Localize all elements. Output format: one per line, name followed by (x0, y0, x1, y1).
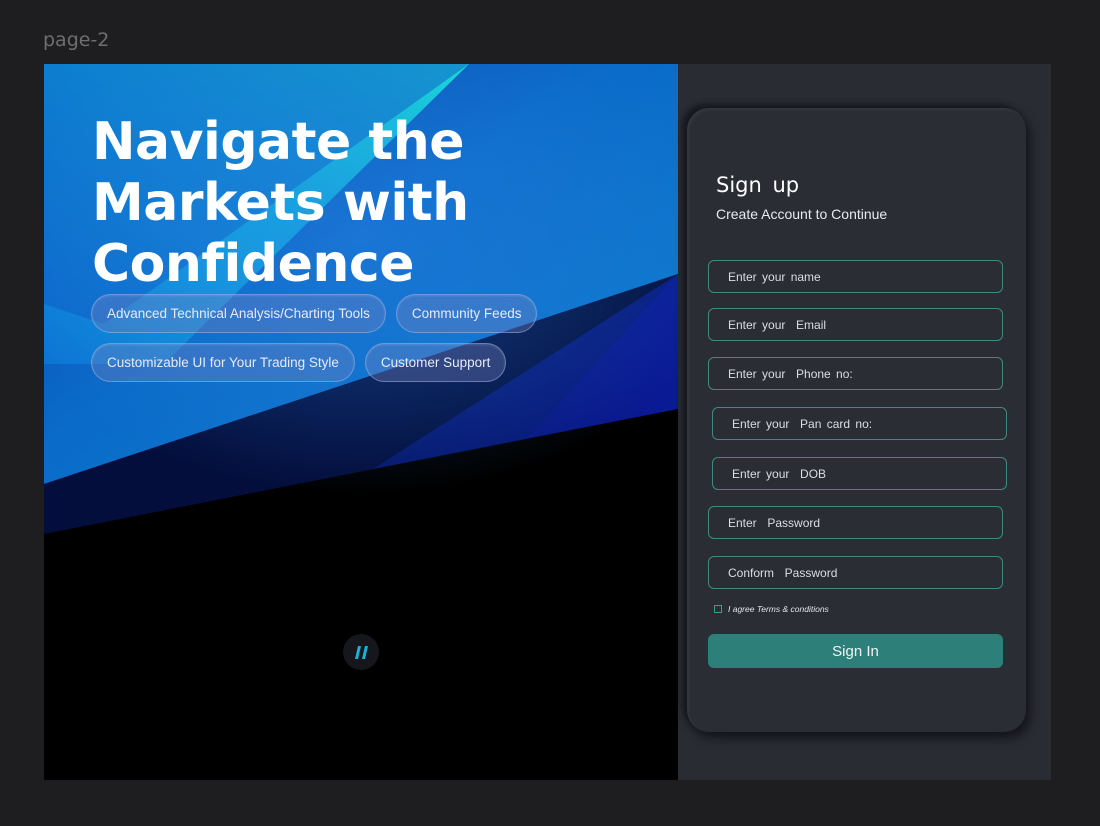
chip-row-2: Customizable UI for Your Trading Style C… (91, 343, 651, 382)
feature-chips: Advanced Technical Analysis/Charting Too… (91, 294, 651, 392)
chip-community-feeds[interactable]: Community Feeds (395, 294, 538, 333)
pan-card-field[interactable] (712, 407, 1007, 440)
quote-glyph (355, 646, 368, 659)
terms-label: I agree Terms & conditions (728, 604, 829, 614)
frame-label: page-2 (43, 29, 110, 51)
name-field[interactable] (708, 260, 1003, 293)
terms-row[interactable]: I agree Terms & conditions (714, 604, 829, 614)
confirm-password-field[interactable] (708, 556, 1003, 589)
signup-subtitle: Create Account to Continue (716, 206, 888, 222)
email-field[interactable] (708, 308, 1003, 341)
quote-icon[interactable] (343, 634, 379, 670)
signup-page: Navigate the Markets with Confidence Adv… (44, 64, 1051, 780)
chip-customizable-ui[interactable]: Customizable UI for Your Trading Style (91, 343, 355, 382)
sign-in-button[interactable]: Sign In (708, 634, 1003, 668)
hero-title-line-2: Markets with (92, 173, 469, 233)
phone-field[interactable] (708, 357, 1003, 390)
signup-card: Sign up Create Account to Continue I agr… (687, 108, 1026, 732)
chip-technical-analysis[interactable]: Advanced Technical Analysis/Charting Too… (91, 294, 386, 333)
signup-title: Sign up (716, 173, 800, 197)
terms-checkbox[interactable] (714, 605, 722, 613)
password-field[interactable] (708, 506, 1003, 539)
chip-customer-support[interactable]: Customer Support (364, 343, 507, 382)
hero-title-line-3: Confidence (92, 234, 414, 294)
hero-title: Navigate the Markets with Confidence (92, 112, 612, 295)
hero-title-line-1: Navigate the (92, 112, 465, 172)
hero-panel: Navigate the Markets with Confidence Adv… (44, 64, 678, 780)
chip-row-1: Advanced Technical Analysis/Charting Too… (91, 294, 651, 333)
dob-field[interactable] (712, 457, 1007, 490)
